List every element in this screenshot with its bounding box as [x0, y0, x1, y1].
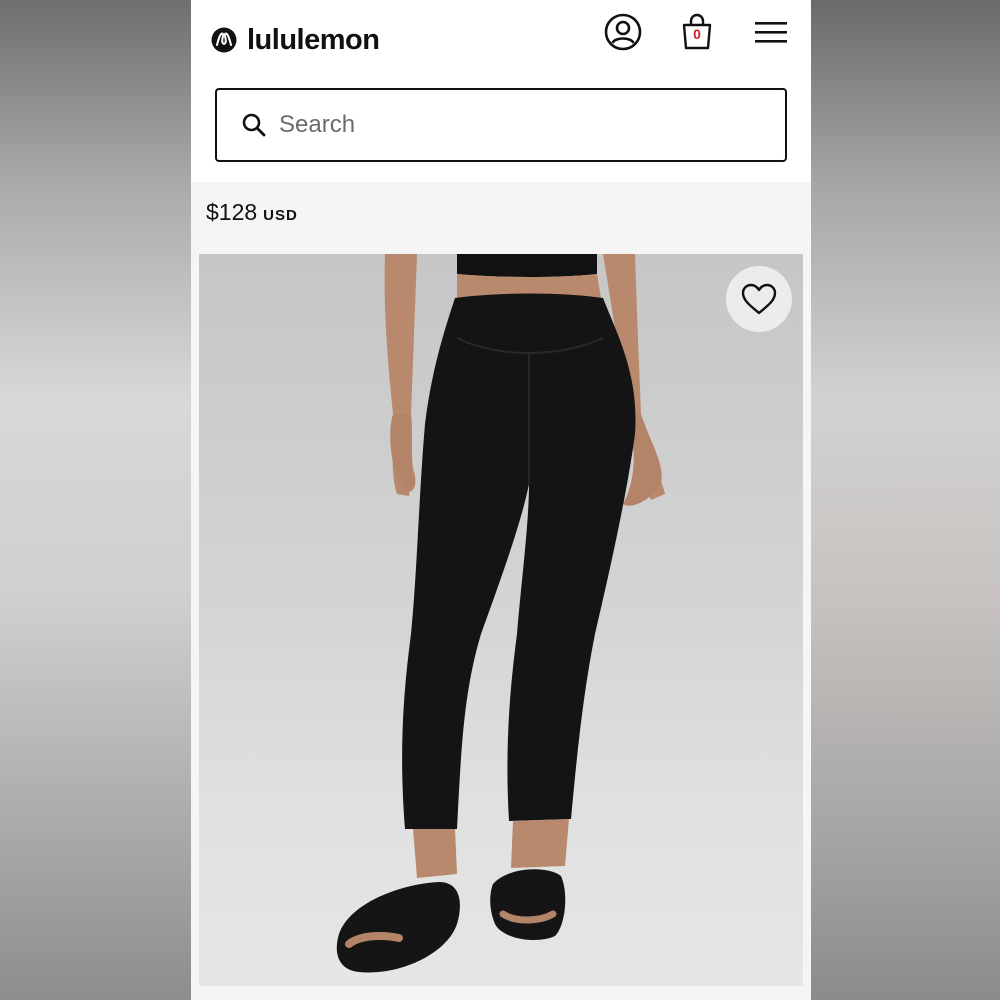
price-currency: USD	[263, 207, 298, 224]
cart-count-badge: 0	[693, 26, 701, 42]
blurred-background-right	[811, 0, 1000, 1000]
lululemon-logo-icon	[211, 27, 237, 53]
price-amount: $128	[206, 199, 258, 225]
search-input[interactable]	[279, 111, 759, 139]
search-bar[interactable]	[215, 88, 787, 162]
favorite-button[interactable]	[726, 266, 792, 332]
mobile-page: lululemon 0 Search $128 USD	[191, 0, 811, 1000]
site-header: lululemon 0	[191, 0, 811, 182]
hamburger-menu-icon[interactable]	[751, 14, 791, 54]
product-price: $128 USD	[206, 199, 298, 226]
brand-name: lululemon	[247, 23, 380, 56]
heart-icon	[741, 283, 777, 315]
account-icon[interactable]	[603, 12, 643, 52]
product-image[interactable]	[199, 254, 803, 986]
shopping-bag-icon[interactable]: 0	[677, 12, 717, 52]
brand-logo[interactable]: lululemon	[211, 20, 380, 60]
search-icon	[242, 113, 266, 137]
blurred-background-left	[0, 0, 191, 1000]
leggings-model-illustration	[336, 254, 665, 973]
